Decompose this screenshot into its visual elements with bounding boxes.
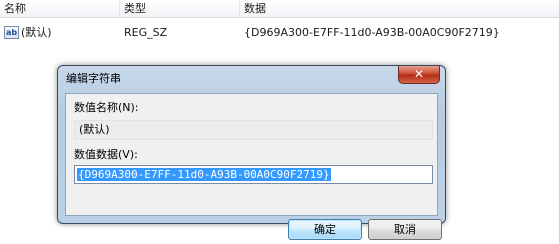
value-data-input[interactable]: {D969A300-E7FF-11d0-A93B-00A0C90F2719} [74, 165, 433, 184]
dialog-title: 编辑字符串 [66, 72, 121, 85]
close-icon: ✕ [413, 67, 425, 81]
value-data-cell: {D969A300-E7FF-11d0-A93B-00A0C90F2719} [244, 26, 500, 39]
column-header-type[interactable]: 类型 [120, 0, 240, 17]
value-data-label: 数值数据(V): [74, 148, 138, 161]
value-data-selected-text: {D969A300-E7FF-11d0-A93B-00A0C90F2719} [77, 168, 331, 181]
string-value-icon: ab [4, 26, 19, 39]
value-type-cell: REG_SZ [124, 26, 168, 39]
edit-string-dialog: 编辑字符串 ✕ 数值名称(N): (默认) 数值数据(V): {D969A300… [57, 65, 446, 240]
value-name-field: (默认) [74, 120, 433, 140]
ok-button[interactable]: 确定 [288, 219, 362, 240]
value-name-label: 数值名称(N): [74, 101, 139, 114]
close-button[interactable]: ✕ [398, 66, 440, 84]
cancel-button[interactable]: 取消 [368, 219, 442, 240]
dialog-body: 数值名称(N): (默认) 数值数据(V): {D969A300-E7FF-11… [65, 93, 442, 240]
list-header: 名称 类型 数据 [0, 0, 559, 18]
registry-value-row[interactable]: ab (默认) REG_SZ {D969A300-E7FF-11d0-A93B-… [0, 24, 559, 42]
value-name-cell: (默认) [21, 26, 52, 39]
column-header-name[interactable]: 名称 [0, 0, 120, 17]
column-header-data[interactable]: 数据 [240, 0, 559, 17]
